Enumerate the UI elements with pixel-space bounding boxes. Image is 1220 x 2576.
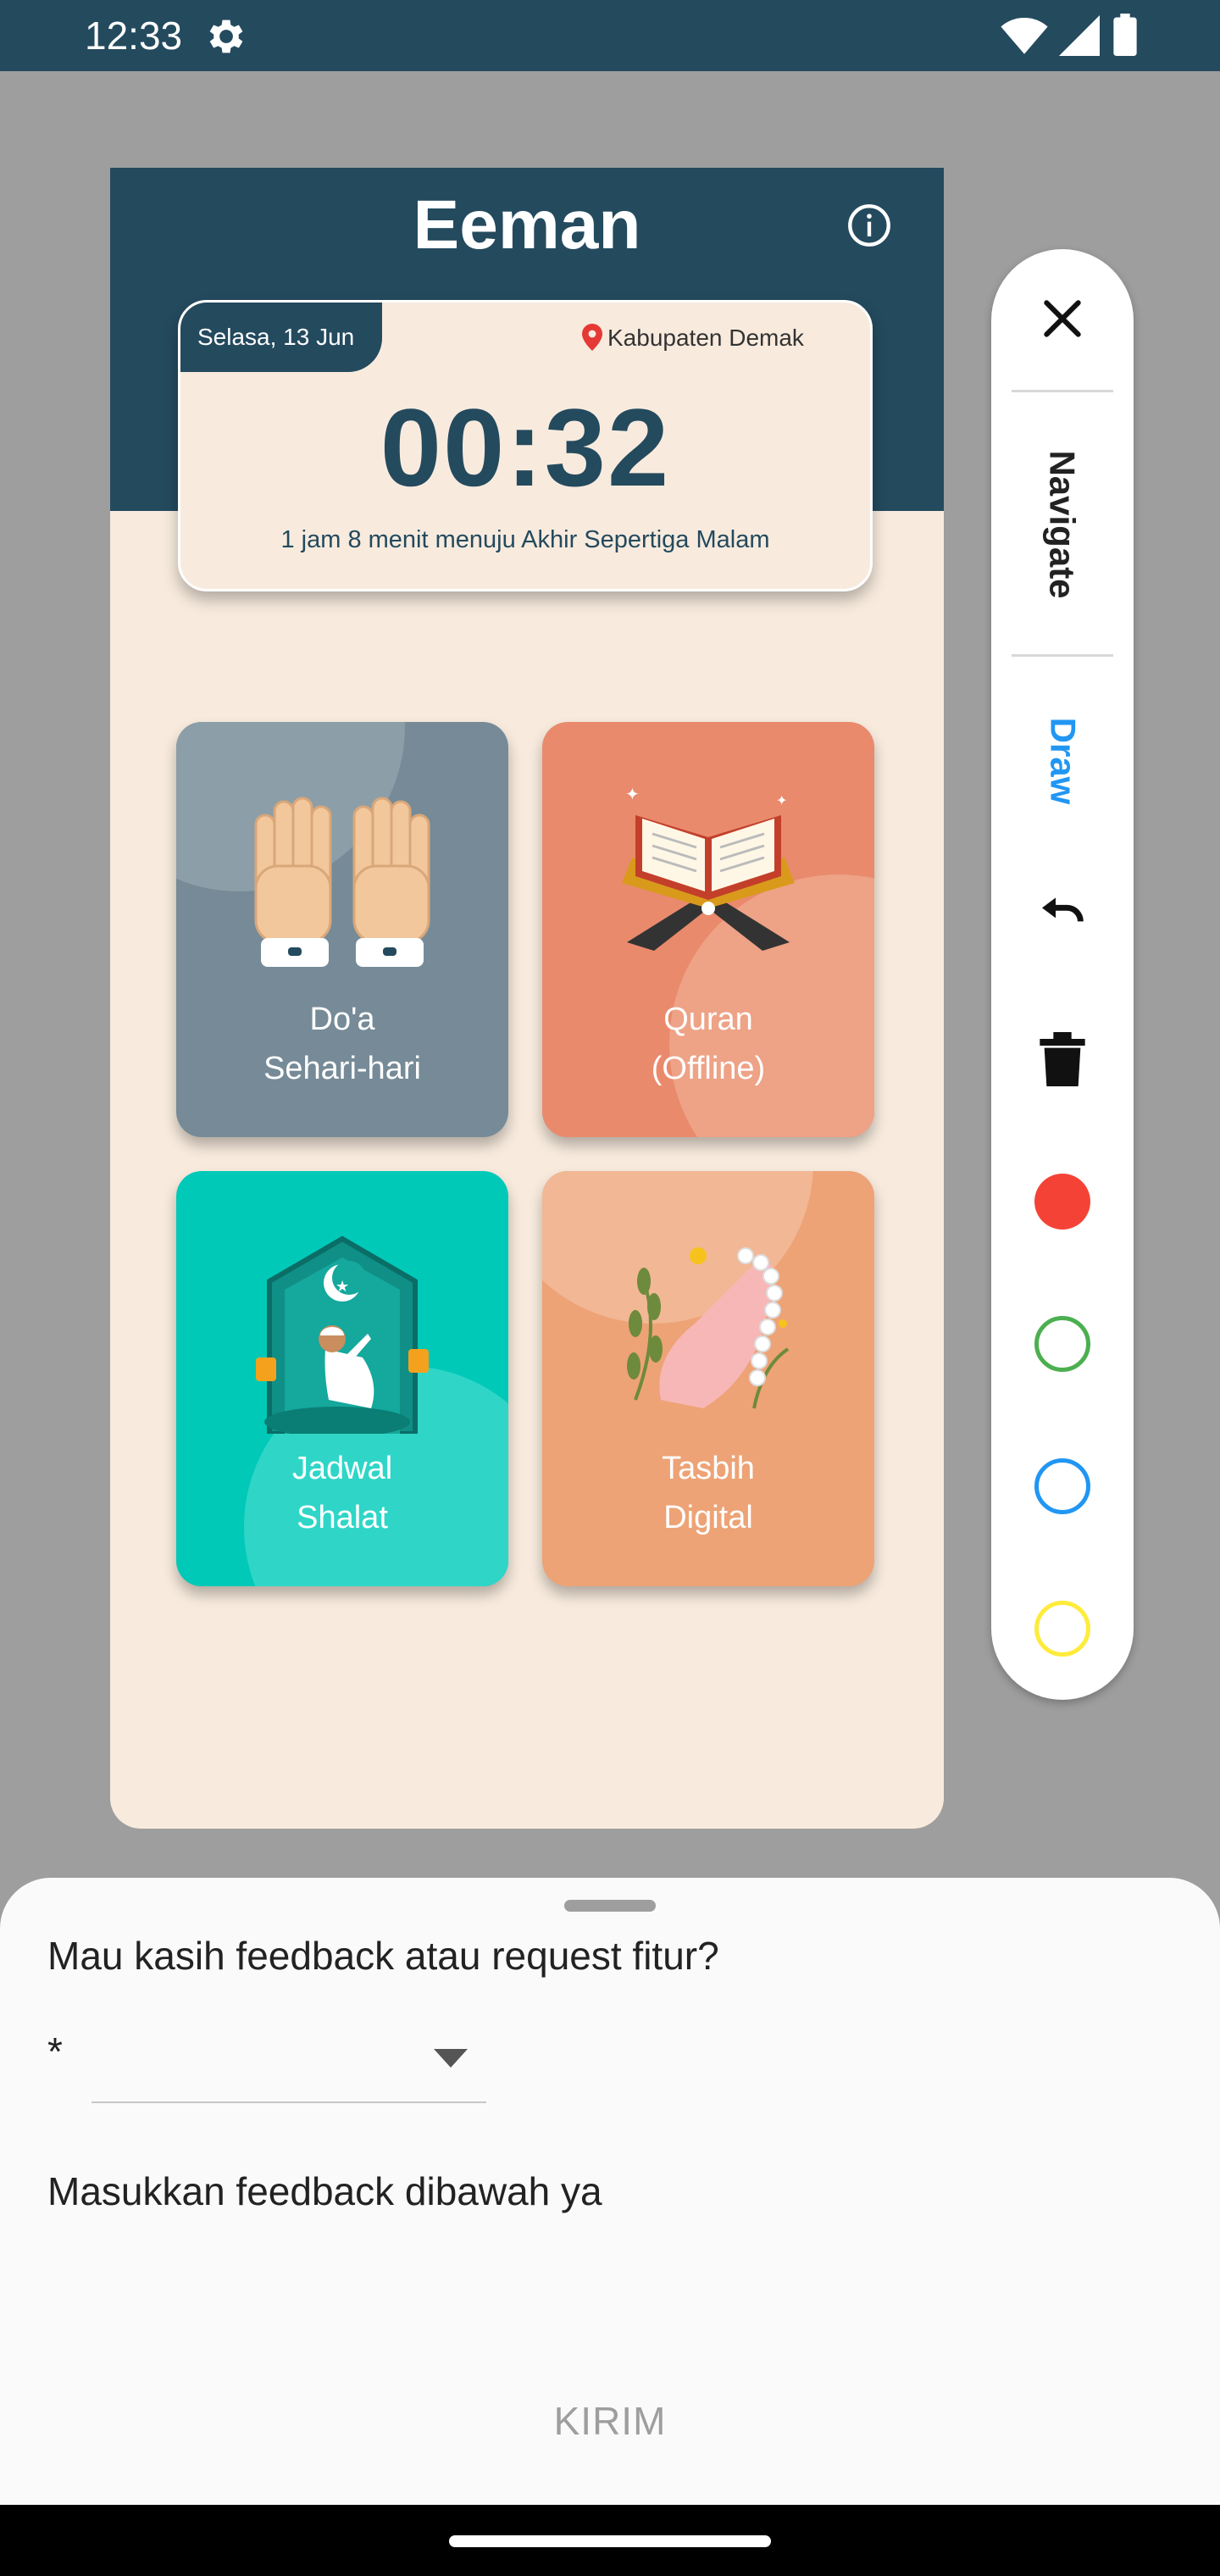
chevron-down-icon: [434, 2049, 468, 2068]
svg-text:✦: ✦: [625, 784, 640, 804]
svg-text:★: ★: [336, 1278, 349, 1296]
status-bar: 12:33: [0, 0, 1220, 71]
wifi-icon: [1001, 17, 1048, 54]
color-green-button[interactable]: [1020, 1302, 1105, 1386]
close-button[interactable]: [1020, 276, 1105, 361]
menu-label-line1: Tasbih: [662, 1451, 755, 1486]
menu-label-line1: Do'a: [309, 1002, 375, 1037]
menu-label: Do'a Sehari-hari: [176, 995, 508, 1093]
app-screenshot-preview[interactable]: Eeman Selasa, 13 Jun Kabupaten Demak 00:…: [110, 168, 944, 1829]
close-icon: [1044, 300, 1081, 337]
location-pin-icon: [582, 324, 602, 351]
divider: [1012, 390, 1113, 392]
divider: [1012, 654, 1113, 657]
feedback-textarea[interactable]: Masukkan feedback dibawah ya: [47, 2166, 1174, 2335]
required-mark: *: [47, 2029, 63, 2074]
date-chip: Selasa, 13 Jun: [180, 303, 382, 372]
home-indicator[interactable]: [449, 2535, 771, 2547]
menu-label: Tasbih Digital: [542, 1444, 874, 1542]
feedback-type-dropdown[interactable]: [92, 2013, 486, 2103]
green-color-swatch: [1034, 1316, 1090, 1372]
menu-card-jadwal-shalat[interactable]: ★ Jadwal Shalat: [176, 1171, 508, 1586]
menu-label-line2: Shalat: [297, 1500, 388, 1535]
menu-label: Jadwal Shalat: [176, 1444, 508, 1542]
trash-icon: [1040, 1032, 1085, 1086]
current-time: 00:32: [380, 386, 671, 509]
blue-color-swatch: [1034, 1458, 1090, 1514]
delete-button[interactable]: [1020, 1017, 1105, 1102]
signal-icon: [1059, 15, 1100, 56]
menu-label-line1: Jadwal: [291, 1451, 393, 1486]
praying-hands-icon: [254, 797, 430, 967]
countdown-text: 1 jam 8 menit menuju Akhir Sepertiga Mal…: [280, 526, 770, 553]
menu-label-line2: Digital: [663, 1500, 753, 1535]
submit-button[interactable]: KIRIM: [474, 2383, 746, 2459]
menu-card-doa[interactable]: Do'a Sehari-hari: [176, 722, 508, 1137]
draw-label: Draw: [1042, 717, 1083, 805]
app-title: Eeman: [413, 186, 641, 264]
feedback-question: Mau kasih feedback atau request fitur?: [47, 1934, 719, 1978]
color-yellow-button[interactable]: [1020, 1586, 1105, 1671]
praying-man-icon: ★: [256, 1235, 429, 1434]
draw-mode-button[interactable]: Draw: [991, 668, 1134, 854]
color-blue-button[interactable]: [1020, 1444, 1105, 1529]
yellow-color-swatch: [1034, 1601, 1090, 1657]
undo-icon: [1042, 897, 1084, 922]
color-red-button[interactable]: [1020, 1159, 1105, 1244]
red-color-swatch: [1034, 1174, 1090, 1230]
battery-icon: [1113, 14, 1137, 56]
menu-label-line2: (Offline): [651, 1051, 766, 1086]
menu-label: Quran (Offline): [542, 995, 874, 1093]
svg-text:✦: ✦: [776, 792, 787, 808]
navigation-bar: [0, 2505, 1220, 2576]
menu-label-line1: Quran: [663, 1002, 753, 1037]
menu-card-tasbih-digital[interactable]: Tasbih Digital: [542, 1171, 874, 1586]
location-label: Kabupaten Demak: [607, 325, 804, 351]
navigate-label: Navigate: [1043, 450, 1084, 599]
annotation-toolbar: Navigate Draw: [991, 249, 1134, 1700]
navigate-mode-button[interactable]: Navigate: [991, 402, 1134, 647]
feedback-bottom-sheet: Mau kasih feedback atau request fitur? *…: [0, 1878, 1220, 2505]
status-time: 12:33: [85, 14, 183, 58]
location: Kabupaten Demak: [582, 323, 804, 353]
quran-book-icon: ✦ ✦: [622, 784, 795, 951]
info-icon[interactable]: [847, 203, 891, 247]
undo-button[interactable]: [1020, 874, 1105, 959]
settings-gear-icon: [209, 19, 243, 53]
drag-handle[interactable]: [564, 1900, 656, 1912]
prayer-time-card: Selasa, 13 Jun Kabupaten Demak 00:32 1 j…: [178, 300, 873, 591]
menu-card-quran[interactable]: ✦ ✦ Quran (Offline): [542, 722, 874, 1137]
menu-label-line2: Sehari-hari: [263, 1051, 421, 1086]
prayer-beads-hand-icon: [627, 1247, 790, 1409]
